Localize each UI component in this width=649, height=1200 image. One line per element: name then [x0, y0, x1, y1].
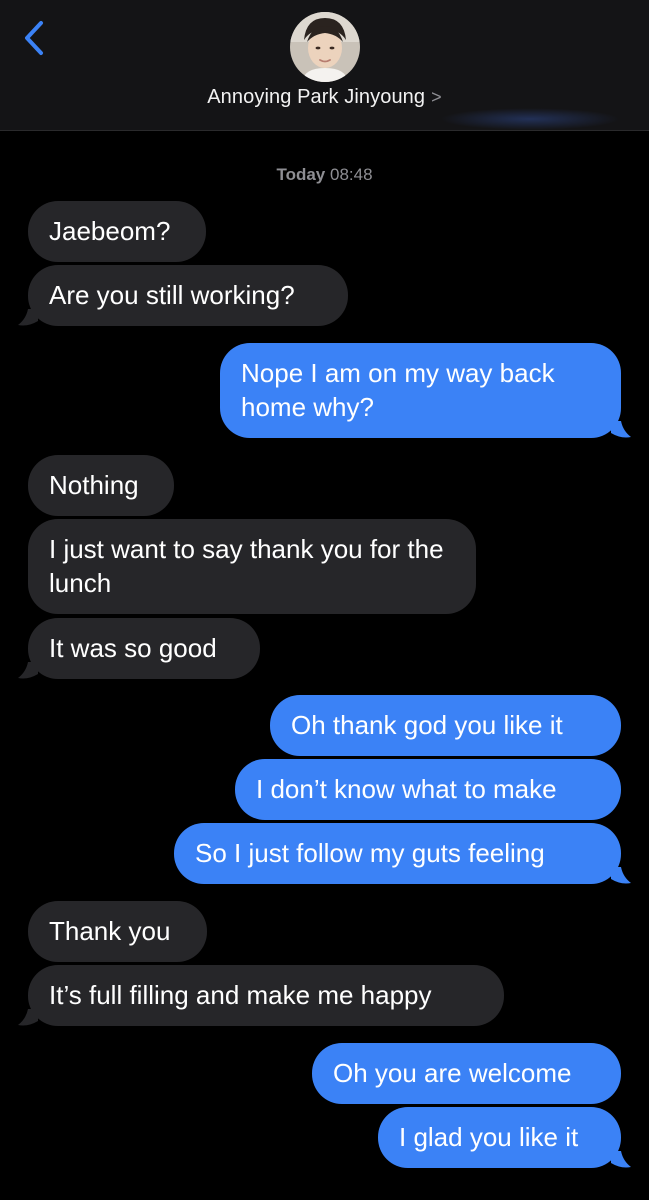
message-text: So I just follow my guts feeling	[195, 838, 545, 868]
bubble-tail-outgoing	[611, 421, 631, 438]
message-bubble-outgoing[interactable]: I don’t know what to make	[235, 759, 621, 820]
back-button[interactable]	[14, 16, 54, 60]
bubble-tail-incoming	[18, 309, 38, 326]
message-bubble-outgoing[interactable]: Oh you are welcome	[312, 1043, 621, 1104]
message-text: Oh thank god you like it	[291, 710, 563, 740]
message-bubble-outgoing[interactable]: Nope I am on my way back home why?	[220, 343, 621, 438]
message-timestamp: Today 08:48	[0, 165, 649, 185]
avatar[interactable]	[290, 12, 360, 82]
message-bubble-incoming[interactable]: It was so good	[28, 618, 260, 679]
message-bubble-incoming[interactable]: Are you still working?	[28, 265, 348, 326]
message-text: Jaebeom?	[49, 216, 171, 246]
bubble-tail-incoming	[18, 662, 38, 679]
contact-name[interactable]: Annoying Park Jinyoung >	[0, 86, 649, 109]
timestamp-time: 08:48	[330, 165, 373, 184]
message-text: It was so good	[49, 633, 217, 663]
message-text: Nope I am on my way back home why?	[241, 358, 555, 422]
avatar-photo	[290, 12, 360, 82]
message-bubble-incoming[interactable]: Thank you	[28, 901, 207, 962]
message-text: I don’t know what to make	[256, 774, 557, 804]
message-text: I just want to say thank you for the lun…	[49, 534, 444, 598]
message-text: Nothing	[49, 470, 139, 500]
header-glow	[440, 108, 620, 130]
message-text: Oh you are welcome	[333, 1058, 572, 1088]
message-text: Are you still working?	[49, 280, 295, 310]
chevron-left-icon	[25, 21, 43, 55]
message-text: Thank you	[49, 916, 171, 946]
message-text: I glad you like it	[399, 1122, 579, 1152]
message-bubble-outgoing[interactable]: Oh thank god you like it	[270, 695, 621, 756]
bubble-tail-incoming	[18, 1009, 38, 1026]
timestamp-day: Today	[276, 165, 326, 184]
message-text: It’s full filling and make me happy	[49, 980, 432, 1010]
conversation-header: Annoying Park Jinyoung >	[0, 0, 649, 131]
message-bubble-outgoing[interactable]: I glad you like it	[378, 1107, 621, 1168]
bubble-tail-outgoing	[611, 867, 631, 884]
message-bubble-incoming[interactable]: I just want to say thank you for the lun…	[28, 519, 476, 614]
chevron-right-icon: >	[431, 87, 442, 107]
message-bubble-incoming[interactable]: Nothing	[28, 455, 174, 516]
message-bubble-incoming[interactable]: Jaebeom?	[28, 201, 206, 262]
message-bubble-outgoing[interactable]: So I just follow my guts feeling	[174, 823, 621, 884]
message-bubble-incoming[interactable]: It’s full filling and make me happy	[28, 965, 504, 1026]
contact-name-label: Annoying Park Jinyoung	[207, 86, 426, 108]
bubble-tail-outgoing	[611, 1151, 631, 1168]
